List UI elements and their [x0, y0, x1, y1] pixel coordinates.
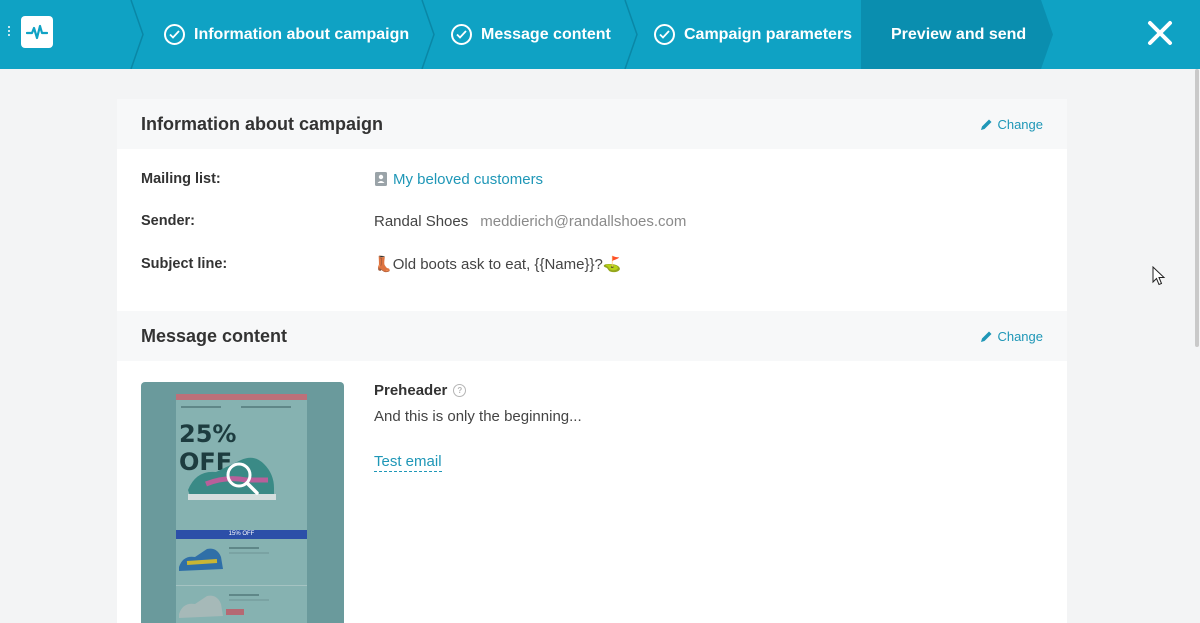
- step-separator-icon: [421, 0, 435, 69]
- step-label: Preview and send: [891, 25, 1027, 43]
- step-message-content[interactable]: Message content: [421, 0, 624, 69]
- app-logo[interactable]: [21, 16, 53, 48]
- close-icon[interactable]: [1145, 18, 1175, 48]
- campaign-info-card: Information about campaign Change Mailin…: [117, 99, 1067, 311]
- sender-name: Randal Shoes: [374, 212, 469, 230]
- preview-button: [226, 609, 244, 615]
- sender-label: Sender:: [141, 213, 195, 229]
- check-circle-icon: [451, 24, 472, 45]
- preview-divider: [176, 585, 307, 586]
- mailing-list-label: Mailing list:: [141, 171, 221, 187]
- shoe-thumbnail-1: [179, 548, 223, 571]
- active-step-arrow-icon: [1041, 0, 1053, 69]
- pulse-icon: [26, 24, 48, 40]
- scrollbar-thumb[interactable]: [1195, 69, 1199, 347]
- card-title: Information about campaign: [141, 113, 384, 134]
- step-label: Information about campaign: [194, 25, 410, 43]
- subject-label: Subject line:: [141, 256, 228, 272]
- mailing-list-link[interactable]: My beloved customers: [393, 171, 543, 188]
- preview-brand-line: [181, 406, 221, 408]
- sender-email: meddierich@randallshoes.com: [480, 212, 687, 230]
- preview-nav-line: [241, 406, 291, 408]
- contacts-book-icon: [375, 172, 387, 186]
- step-preview-and-send[interactable]: Preview and send: [861, 0, 1041, 69]
- preview-product-line: [229, 594, 259, 596]
- change-message-link[interactable]: Change: [980, 329, 1043, 344]
- preview-band-text: 15% OFF: [228, 531, 255, 537]
- step-label: Message content: [481, 25, 611, 43]
- mouse-cursor-icon: [1152, 266, 1166, 286]
- card-title: Message content: [141, 325, 288, 346]
- wizard-header: Information about campaign Message conte…: [0, 0, 1200, 69]
- preheader-label-wrap: Preheader ?: [374, 382, 467, 399]
- preheader-value: And this is only the beginning...: [374, 408, 582, 425]
- preview-top-strip: [176, 394, 307, 400]
- pencil-icon: [981, 331, 992, 342]
- preview-product-line: [229, 552, 269, 554]
- test-email-link[interactable]: Test email: [374, 453, 442, 472]
- step-separator-icon: [130, 0, 144, 69]
- card-header: Information about campaign Change: [117, 99, 1067, 149]
- card-header: Message content Change: [117, 311, 1067, 361]
- preview-product-line: [229, 547, 259, 549]
- shoe-thumbnail-2: [179, 595, 223, 618]
- boot-emoji: 👢: [374, 255, 393, 273]
- mailing-list-value-wrap: My beloved customers: [374, 171, 543, 188]
- subject-text: Old boots ask to eat, {{Name}}?: [392, 255, 603, 273]
- email-preview-thumbnail[interactable]: 25% OFF 15% OFF: [141, 382, 344, 623]
- preview-headline-line1: 25%: [179, 420, 237, 448]
- step-information[interactable]: Information about campaign: [130, 0, 421, 69]
- pencil-icon: [981, 119, 992, 130]
- help-icon[interactable]: ?: [453, 384, 467, 397]
- message-content-card: Message content Change 25% OFF 15% OFF P…: [117, 311, 1067, 623]
- preview-product-line: [229, 599, 269, 601]
- change-label: Change: [997, 116, 1043, 132]
- menu-handle-icon[interactable]: [8, 24, 14, 38]
- sender-value-wrap: Randal Shoes meddierich@randallshoes.com: [374, 213, 686, 230]
- change-label: Change: [997, 328, 1043, 344]
- check-circle-icon: [654, 24, 675, 45]
- preheader-label: Preheader: [374, 382, 448, 399]
- golf-emoji: ⛳: [602, 255, 622, 273]
- step-campaign-parameters[interactable]: Campaign parameters: [624, 0, 861, 69]
- zoom-search-icon[interactable]: [223, 459, 263, 499]
- step-label: Campaign parameters: [684, 25, 853, 43]
- check-circle-icon: [164, 24, 185, 45]
- step-separator-icon: [624, 0, 638, 69]
- change-info-link[interactable]: Change: [980, 117, 1043, 132]
- subject-value-wrap: 👢 Old boots ask to eat, {{Name}}? ⛳: [374, 255, 622, 273]
